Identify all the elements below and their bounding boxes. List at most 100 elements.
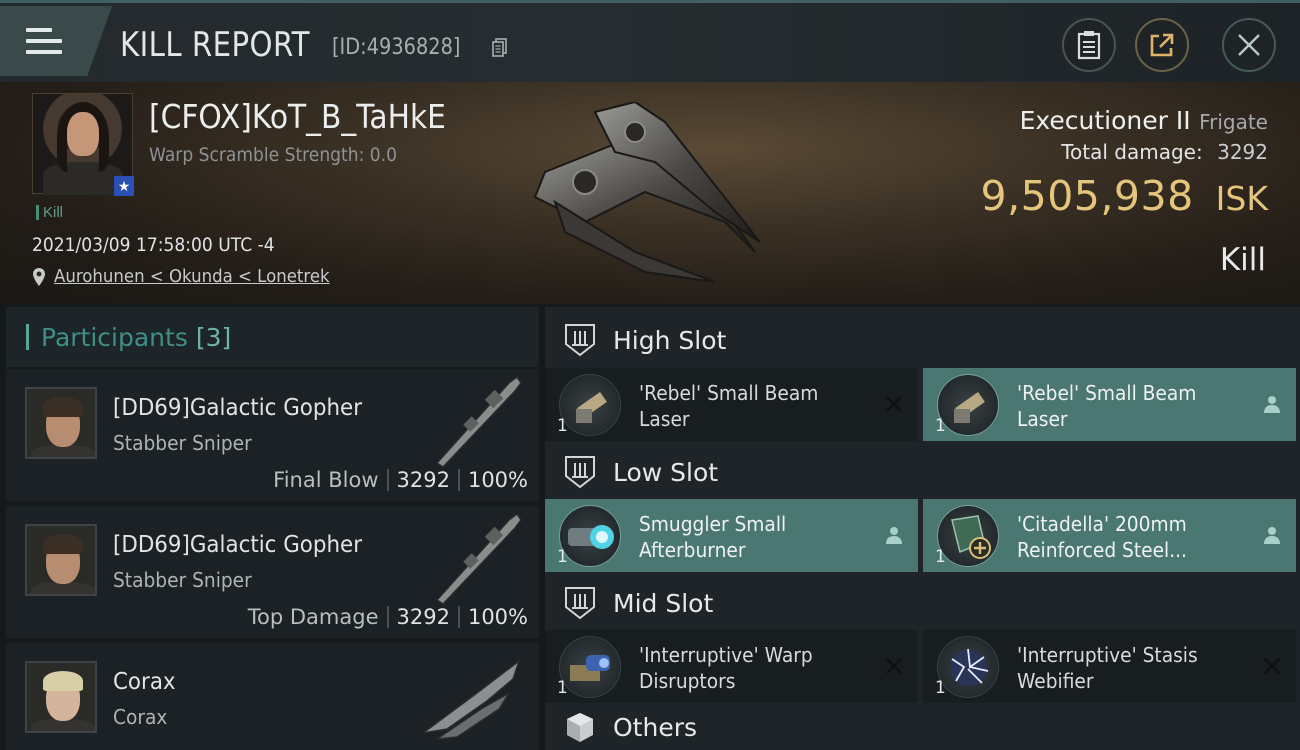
isk-value-line: 9,505,938 ISK [981,172,1269,220]
cube-icon [567,713,593,742]
module-name: 'Citadella' 200mm Reinforced Steel... [1017,512,1187,562]
others-label: Others [613,712,698,742]
participant-avatar [25,387,97,459]
kill-datetime: 2021/03/09 17:58:00 UTC -4 [32,234,275,256]
victim-name[interactable]: [CFOX]KoT_B_TaHkE [149,97,446,136]
participant-role: Final Blow [273,468,379,492]
module-name: 'Interruptive' Warp Disruptors [639,643,813,693]
laser-icon [559,374,621,436]
victim-banner: ★ [CFOX]KoT_B_TaHkE Warp Scramble Streng… [0,82,1300,304]
module-quantity: 1 [557,678,568,698]
laser-icon [937,374,999,436]
header-accent [26,324,29,350]
participant-name: [DD69]Galactic Gopher [113,395,362,421]
dropped-person-icon [886,527,902,544]
module-quantity: 1 [557,547,568,567]
module-item[interactable]: 1 'Rebel' Small Beam Laser [545,368,918,441]
hamburger-icon [26,28,62,54]
participant-percent: 100% [467,605,528,629]
mid-slot-label: Mid Slot [613,588,714,618]
participant-avatar [25,661,97,733]
armor-plate-icon [937,505,999,567]
destroyed-icon [1264,658,1280,674]
dropped-person-icon [1264,396,1280,413]
location-link[interactable]: Aurohunen < Okunda < Lonetrek [54,266,330,287]
kill-id: [ID:4936828] [332,35,461,60]
high-slot-label: High Slot [613,325,727,355]
isk-value: 9,505,938 [980,172,1194,220]
destroyed-icon [886,658,902,674]
participant-stats: Final Blow 3292 100% [273,468,528,492]
participant-stats: Top Damage 3292 100% [248,605,528,629]
ship-render [533,102,761,283]
module-item[interactable]: 1 'Interruptive' Stasis Webifier [923,630,1296,703]
share-icon [1150,33,1174,57]
module-item[interactable]: 1 Smuggler Small Afterburner [545,499,918,572]
dropped-person-icon [1264,527,1280,544]
module-item[interactable]: 1 'Interruptive' Warp Disruptors [545,630,918,703]
isk-unit: ISK [1215,179,1268,218]
module-name: 'Rebel' Small Beam Laser [639,381,819,431]
kill-result: Kill [1219,242,1266,278]
participant-row[interactable]: Corax Corax [6,641,539,750]
clipboard-icon [1077,31,1101,60]
participant-name: Corax [113,669,176,695]
high-slot-header: High Slot [545,309,1300,371]
participants-panel: Participants [3] [DD69]Galactic Gopher S… [6,307,539,750]
participant-percent: 100% [467,468,528,492]
ship-name[interactable]: Executioner II [1020,106,1191,135]
participant-damage: 3292 [396,468,450,492]
participant-row[interactable]: [DD69]Galactic Gopher Stabber Sniper Top… [6,504,539,638]
low-slot-header: Low Slot [545,441,1300,503]
low-slot-label: Low Slot [613,457,719,487]
participant-avatar [25,524,97,596]
module-name: 'Interruptive' Stasis Webifier [1017,643,1198,693]
close-icon [1238,34,1260,56]
page-title: KILL REPORT [120,25,310,65]
module-quantity: 1 [557,416,568,436]
destroyed-icon [886,396,902,412]
module-name: 'Rebel' Small Beam Laser [1017,381,1197,431]
close-button[interactable] [1222,18,1276,72]
kill-tag: Kill [36,205,63,220]
module-quantity: 1 [935,416,946,436]
module-quantity: 1 [935,547,946,567]
afterburner-icon [559,505,621,567]
participants-label: Participants [3] [41,323,231,352]
participant-role: Top Damage [247,605,379,629]
participant-name: [DD69]Galactic Gopher [113,532,362,558]
total-damage-label: Total damage: [1061,140,1203,164]
participant-ship: Corax [113,705,168,729]
location-pin-icon [33,267,45,286]
participants-header: Participants [3] [6,307,539,367]
high-slot-icon [565,324,595,357]
participants-count: [3] [195,322,232,352]
copy-icon[interactable] [492,38,508,58]
ship-class: Frigate [1199,110,1268,134]
module-item[interactable]: 1 'Citadella' 200mm Reinforced Steel... [923,499,1296,572]
low-slot-icon [565,456,595,489]
module-name: Smuggler Small Afterburner [639,512,787,562]
webifier-icon [937,636,999,698]
header-bar: KILL REPORT [ID:4936828] [0,0,1300,82]
menu-button[interactable] [0,6,112,76]
module-quantity: 1 [935,678,946,698]
ship-type-line: Executioner II Frigate [1020,106,1268,135]
total-damage-line: Total damage: 3292 [1061,140,1268,164]
module-item[interactable]: 1 'Rebel' Small Beam Laser [923,368,1296,441]
participant-row[interactable]: [DD69]Galactic Gopher Stabber Sniper Fin… [6,367,539,501]
kill-location[interactable]: Aurohunen < Okunda < Lonetrek [32,266,354,287]
share-button[interactable] [1135,18,1189,72]
others-header: Others [545,704,1300,750]
report-button[interactable] [1062,18,1116,72]
participants-label-text: Participants [41,322,188,352]
total-damage-value: 3292 [1217,140,1268,164]
participant-damage: 3292 [396,605,450,629]
participant-ship: Stabber Sniper [113,431,252,455]
fitting-panel: High Slot 1 'Rebel' Small Beam Laser 1 '… [545,307,1300,750]
warp-disruptor-icon [559,636,621,698]
weapon-icon [435,512,522,605]
warp-scramble-strength: Warp Scramble Strength: 0.0 [149,144,397,166]
participant-ship: Stabber Sniper [113,568,252,592]
ship-silhouette-icon [422,658,521,740]
